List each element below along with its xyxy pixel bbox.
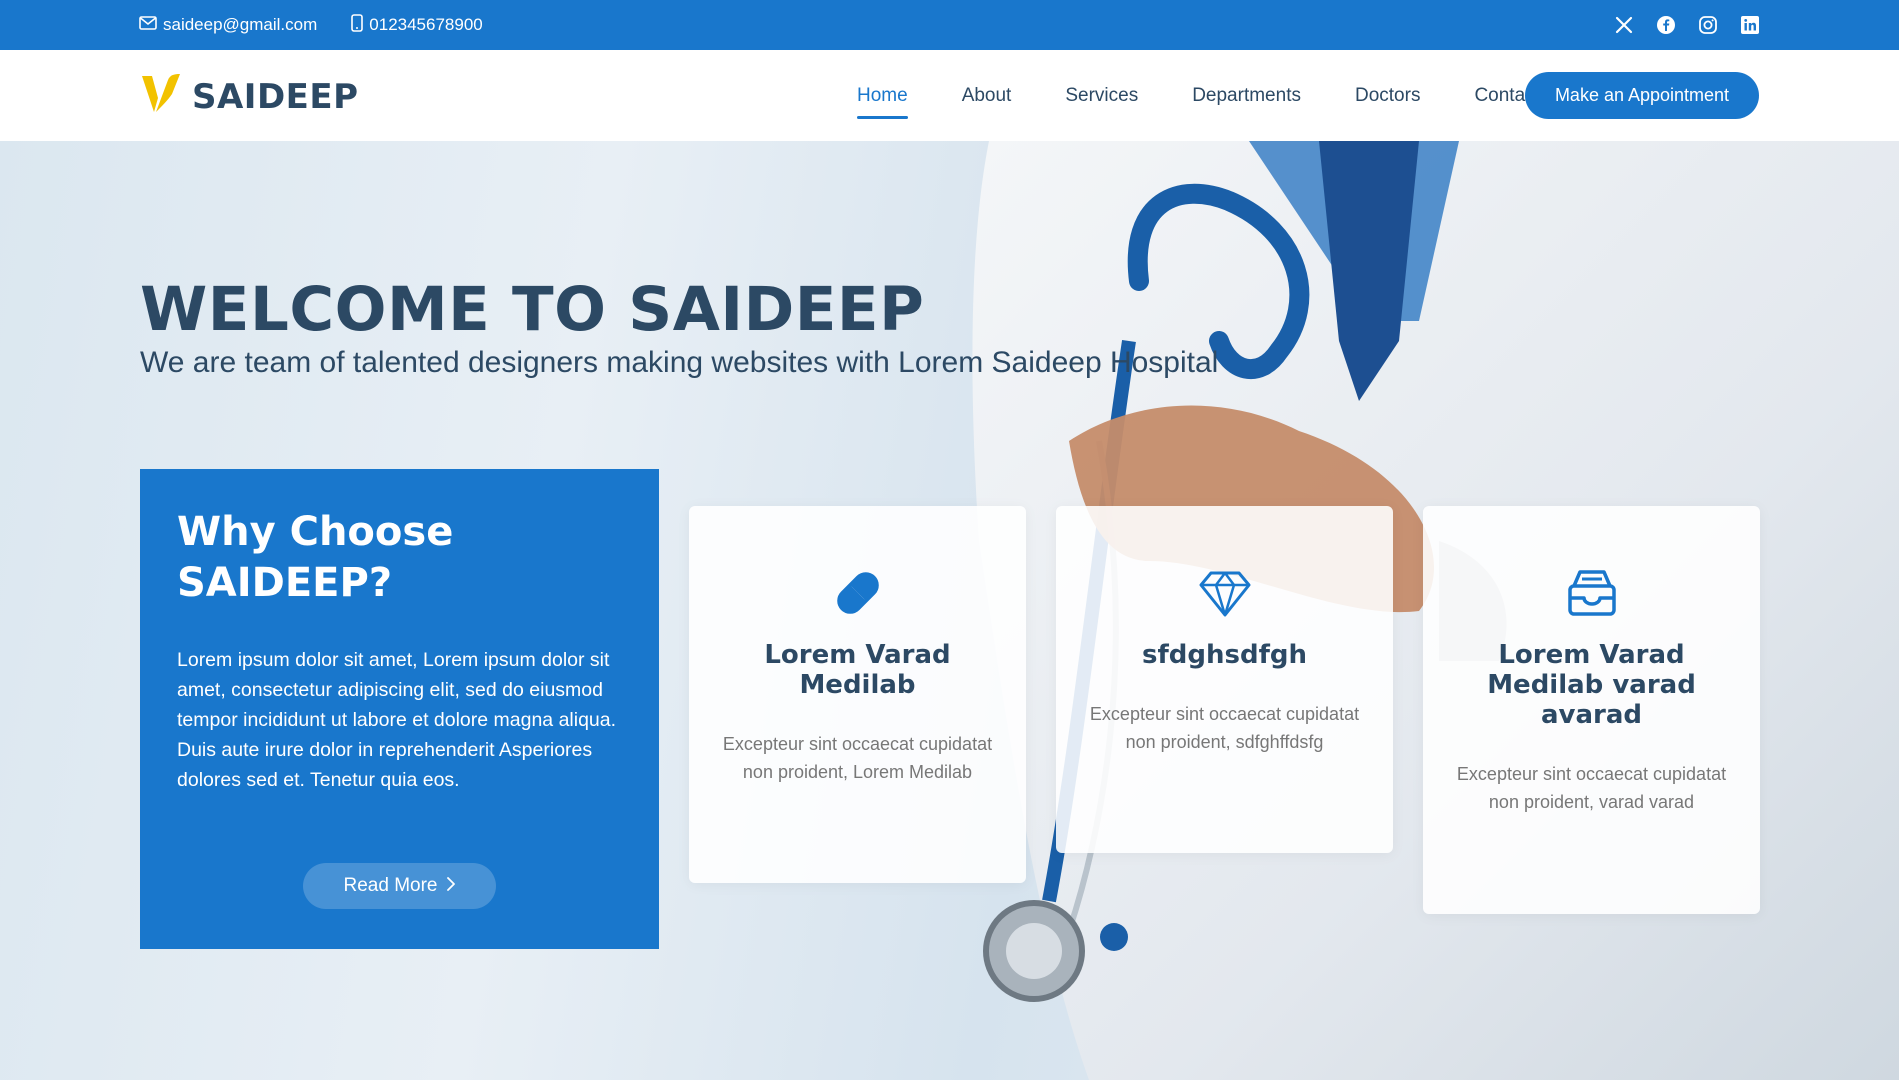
why-choose-title: Why Choose SAIDEEP? — [177, 509, 454, 606]
feature-card: sfdghsdfgh Excepteur sint occaecat cupid… — [1056, 506, 1393, 853]
inbox-icon — [1565, 566, 1619, 620]
logo-text: SAIDEEP — [192, 76, 359, 117]
feature-card-title: sfdghsdfgh — [1141, 640, 1308, 670]
feature-card-title: Lorem Varad Medilab — [764, 640, 951, 700]
nav-departments[interactable]: Departments — [1185, 79, 1308, 113]
why-choose-box: Why Choose SAIDEEP? Lorem ipsum dolor si… — [140, 469, 659, 949]
feature-card-text: Excepteur sint occaecat cupidatat non pr… — [722, 734, 993, 782]
nav-about[interactable]: About — [955, 79, 1019, 113]
phone-contact[interactable]: 012345678900 — [351, 13, 483, 37]
social-links — [1614, 0, 1760, 50]
phone-icon — [351, 13, 364, 37]
capsule-icon — [831, 566, 885, 620]
instagram-icon[interactable] — [1698, 15, 1718, 35]
feature-card: Lorem Varad Medilab varad avarad Excepte… — [1423, 506, 1760, 914]
x-icon[interactable] — [1614, 15, 1634, 35]
nav-services[interactable]: Services — [1058, 79, 1145, 113]
hero-section: WELCOME TO SAIDEEP We are team of talent… — [0, 141, 1899, 1080]
email-contact[interactable]: saideep@gmail.com — [139, 15, 317, 35]
nav-doctors[interactable]: Doctors — [1348, 79, 1427, 113]
feature-card: Lorem Varad Medilab Excepteur sint occae… — [689, 506, 1026, 883]
gem-icon — [1198, 566, 1252, 620]
phone-text: 012345678900 — [369, 15, 483, 34]
linkedin-icon[interactable] — [1740, 15, 1760, 35]
email-text: saideep@gmail.com — [163, 15, 318, 34]
facebook-icon[interactable] — [1656, 15, 1676, 35]
hero-subtitle: We are team of talented designers making… — [140, 346, 1219, 379]
feature-card-text: Excepteur sint occaecat cupidatat non pr… — [1089, 704, 1360, 752]
chevron-right-icon — [446, 875, 456, 897]
envelope-icon — [139, 15, 157, 35]
logo-mark-icon — [140, 72, 182, 121]
logo[interactable]: SAIDEEP — [140, 72, 359, 121]
hero-title: WELCOME TO SAIDEEP — [140, 274, 925, 345]
site-header: SAIDEEP Home About Services Departments … — [0, 50, 1899, 141]
main-nav: Home About Services Departments Doctors … — [850, 50, 1587, 141]
make-appointment-button[interactable]: Make an Appointment — [1525, 72, 1759, 119]
feature-card-title: Lorem Varad Medilab varad avarad — [1487, 640, 1696, 730]
nav-home[interactable]: Home — [850, 79, 915, 119]
feature-card-text: Excepteur sint occaecat cupidatat non pr… — [1456, 764, 1727, 812]
contact-info: saideep@gmail.com 012345678900 — [139, 0, 483, 50]
why-choose-text: Lorem ipsum dolor sit amet, Lorem ipsum … — [177, 649, 617, 791]
read-more-button[interactable]: Read More — [303, 863, 496, 909]
read-more-label: Read More — [343, 875, 438, 896]
top-bar: saideep@gmail.com 012345678900 — [0, 0, 1899, 50]
